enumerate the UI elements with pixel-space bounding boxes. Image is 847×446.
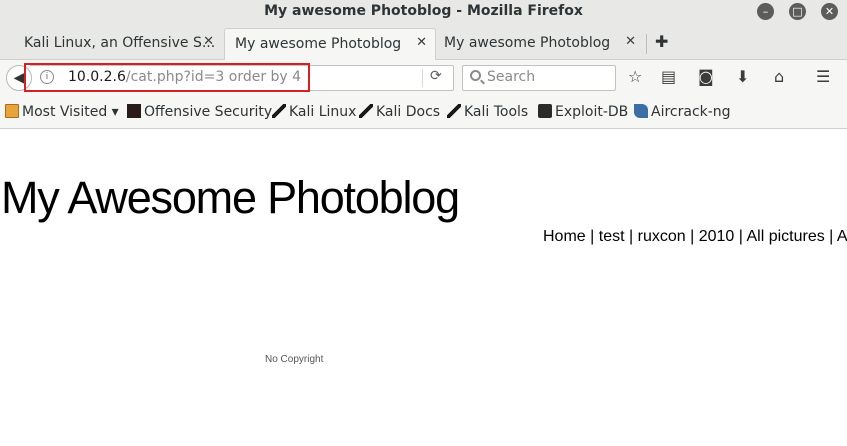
close-tab-icon[interactable]: ✕ — [416, 35, 427, 50]
kali-dragon-icon — [272, 104, 286, 118]
tab-label: My awesome Photoblog — [235, 36, 402, 52]
tab-separator — [646, 34, 647, 54]
blog-title: My Awesome Photoblog — [1, 172, 460, 223]
tab-label: My awesome Photoblog — [444, 35, 611, 51]
nav-link-2010[interactable]: 2010 — [699, 228, 735, 245]
kali-dragon-icon — [359, 104, 373, 118]
bookmark-label: Most Visited ▾ — [22, 104, 119, 120]
search-icon — [470, 70, 481, 81]
nav-link-all-pictures[interactable]: All pictures — [746, 228, 824, 245]
url-highlight-box — [24, 63, 310, 92]
nav-link-ruxcon[interactable]: ruxcon — [638, 228, 686, 245]
minimize-icon[interactable]: – — [757, 3, 774, 20]
tab-photoblog[interactable]: My awesome Photoblog ✕ — [434, 28, 644, 60]
library-icon[interactable]: ▤ — [661, 68, 676, 86]
bookmark-star-icon[interactable]: ☆ — [628, 68, 642, 86]
aircrack-icon — [634, 104, 648, 118]
close-window-icon[interactable]: ✕ — [821, 3, 838, 20]
bookmark-label: Exploit-DB — [555, 104, 629, 120]
folder-icon — [5, 104, 19, 118]
home-icon[interactable]: ⌂ — [774, 68, 784, 86]
nav-link-home[interactable]: Home — [543, 228, 586, 245]
back-arrow-icon: ◀ — [13, 70, 25, 86]
nav-link-test[interactable]: test — [599, 228, 625, 245]
window-title: My awesome Photoblog - Mozilla Firefox — [264, 3, 583, 19]
search-box[interactable]: Search — [462, 65, 616, 91]
nav-separator: | — [629, 228, 638, 245]
bookmark-label: Kali Tools — [464, 104, 529, 120]
bookmark-label: Kali Linux — [289, 104, 357, 120]
bookmark-most-visited[interactable]: Most Visited ▾ — [5, 104, 119, 120]
bookmarks-toolbar: Most Visited ▾ Offensive Security Kali L… — [0, 96, 847, 129]
bookmark-kali-linux[interactable]: Kali Linux — [272, 104, 356, 120]
close-tab-icon[interactable]: ✕ — [203, 34, 214, 49]
nav-separator: | — [690, 228, 699, 245]
tab-label: Kali Linux, an Offensive S... — [24, 35, 216, 51]
download-icon[interactable]: ⬇ — [736, 68, 749, 86]
maximize-icon[interactable]: □ — [789, 3, 806, 20]
close-tab-icon[interactable]: ✕ — [625, 34, 636, 49]
window-titlebar: My awesome Photoblog - Mozilla Firefox –… — [0, 0, 847, 24]
tab-photoblog-active[interactable]: My awesome Photoblog ✕ — [224, 28, 436, 60]
kali-dragon-icon — [447, 104, 461, 118]
tab-strip: Kali Linux, an Offensive S... ✕ My aweso… — [0, 24, 847, 60]
nav-separator: | — [829, 228, 837, 245]
url-divider — [422, 69, 423, 87]
nav-link-admin[interactable]: A — [837, 228, 847, 245]
page-viewport: My Awesome Photoblog Home | test | ruxco… — [0, 130, 847, 446]
bookmark-label: Kali Docs — [376, 104, 441, 120]
tab-kali-linux[interactable]: Kali Linux, an Offensive S... ✕ — [14, 28, 222, 60]
bookmark-offensive-security[interactable]: Offensive Security — [127, 104, 272, 120]
bookmark-exploit-db[interactable]: Exploit-DB — [538, 104, 628, 120]
exploit-db-icon — [538, 104, 552, 118]
hamburger-menu-icon[interactable]: ☰ — [816, 68, 830, 86]
nav-separator: | — [590, 228, 599, 245]
new-tab-icon[interactable]: ✚ — [655, 32, 668, 51]
bookmark-aircrack-ng[interactable]: Aircrack-ng — [634, 104, 731, 120]
offsec-icon — [127, 104, 141, 118]
reload-icon[interactable]: ⟳ — [430, 68, 442, 84]
bookmark-kali-docs[interactable]: Kali Docs — [359, 104, 440, 120]
pocket-icon[interactable]: ◙ — [698, 68, 714, 86]
page-footer: No Copyright — [265, 354, 324, 365]
bookmark-label: Aircrack-ng — [651, 104, 731, 120]
blog-nav: Home | test | ruxcon | 2010 | All pictur… — [543, 228, 847, 246]
bookmark-label: Offensive Security — [144, 104, 273, 120]
search-placeholder: Search — [487, 69, 536, 85]
bookmark-kali-tools[interactable]: Kali Tools — [447, 104, 528, 120]
